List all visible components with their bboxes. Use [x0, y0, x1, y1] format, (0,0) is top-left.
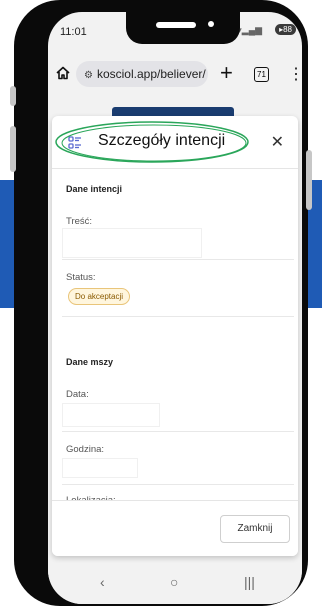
- battery-badge: ▸88: [275, 24, 296, 35]
- date-field: [62, 403, 160, 427]
- content-label: Treść:: [66, 216, 93, 227]
- battery-level: 88: [283, 25, 292, 34]
- plus-icon[interactable]: +: [220, 60, 233, 86]
- divider: [62, 316, 294, 317]
- time-field: [62, 458, 138, 478]
- url-text: kosciol.app/believer/: [96, 67, 206, 81]
- modal-header: Szczegóły intencji ✕: [52, 116, 298, 169]
- tab-count: 71: [257, 70, 266, 79]
- front-camera: [208, 21, 214, 27]
- home-icon[interactable]: [56, 66, 70, 80]
- close-icon[interactable]: ✕: [271, 132, 284, 152]
- divider: [62, 431, 294, 432]
- time-label: Godzina:: [66, 444, 105, 455]
- tune-icon[interactable]: ⚙: [84, 63, 93, 89]
- camera-notch: [126, 12, 240, 44]
- speaker-grille: [156, 22, 196, 28]
- content-field: [62, 228, 202, 258]
- close-button[interactable]: Zamknij: [220, 515, 290, 543]
- status-time: 11:01: [60, 26, 87, 38]
- divider: [62, 484, 294, 485]
- phone-frame: 11:01 ▾▂▄▆ ▸88 ⚙ kosciol.app/believer/ + …: [10, 0, 312, 606]
- signal-icon: ▾▂▄▆: [237, 25, 262, 35]
- android-nav-bar: ‹ ○ |||: [48, 566, 302, 604]
- status-badge: Do akceptacji: [68, 288, 131, 305]
- browser-toolbar: ⚙ kosciol.app/believer/ + 71 ⋮: [48, 54, 302, 94]
- home-nav-icon[interactable]: ○: [170, 574, 178, 590]
- status-label: Status:: [66, 272, 96, 283]
- side-button: [10, 86, 16, 106]
- date-label: Data:: [66, 389, 89, 400]
- back-icon[interactable]: ‹: [100, 574, 105, 590]
- recents-icon[interactable]: |||: [244, 574, 255, 590]
- side-button: [10, 126, 16, 172]
- modal-footer: Zamknij: [52, 500, 298, 556]
- divider: [62, 259, 294, 260]
- phone-screen: 11:01 ▾▂▄▆ ▸88 ⚙ kosciol.app/believer/ + …: [48, 12, 302, 604]
- side-button: [306, 150, 312, 210]
- highlight-ellipse: [55, 121, 249, 163]
- section-title-mass: Dane mszy: [66, 357, 114, 367]
- more-vert-icon[interactable]: ⋮: [288, 64, 302, 84]
- address-bar[interactable]: ⚙ kosciol.app/believer/: [76, 61, 208, 87]
- intention-details-modal: Szczegóły intencji ✕ Dane intencji Treść…: [52, 116, 298, 556]
- tabs-icon[interactable]: 71: [254, 67, 269, 82]
- section-title-intention: Dane intencji: [66, 184, 123, 194]
